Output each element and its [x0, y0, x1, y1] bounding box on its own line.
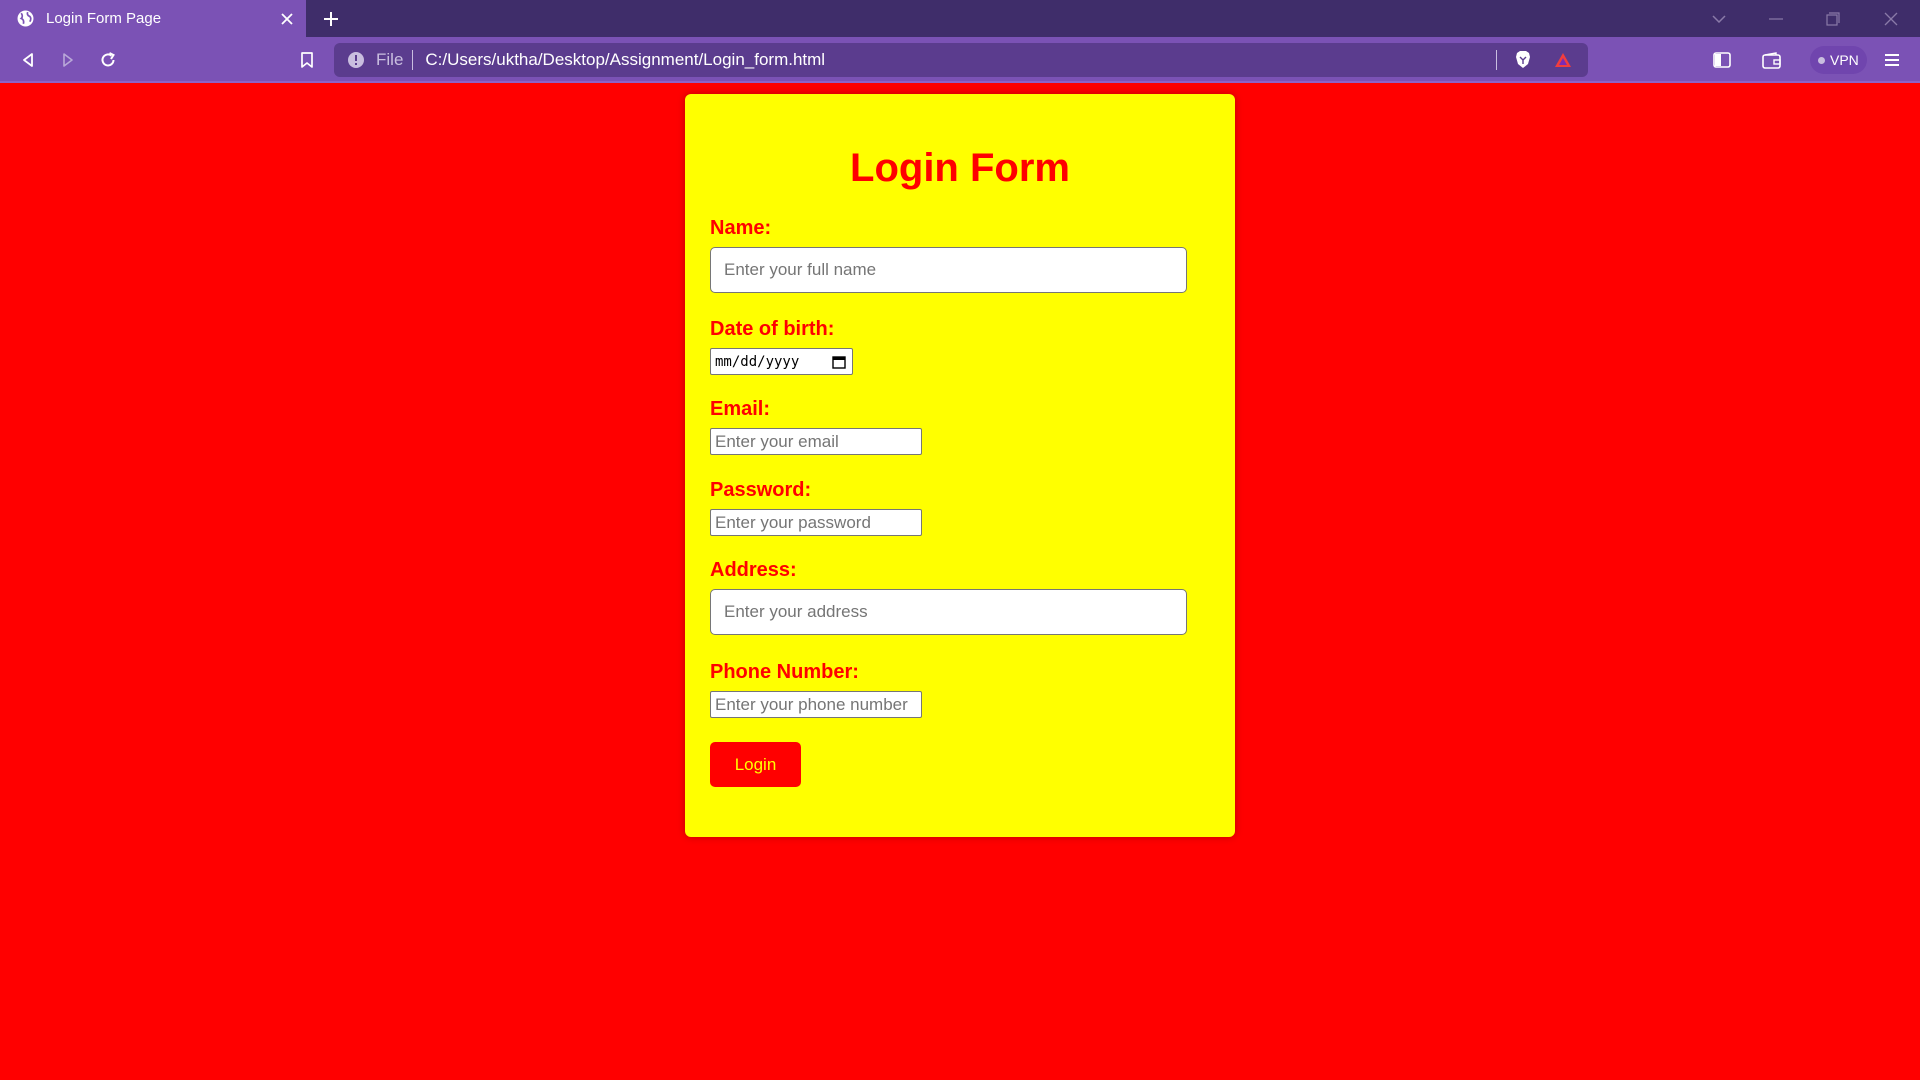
- name-label: Name:: [710, 217, 772, 239]
- reload-icon[interactable]: [94, 46, 122, 74]
- address-bar[interactable]: File C:/Users/uktha/Desktop/Assignment/L…: [334, 43, 1588, 77]
- phone-label: Phone Number:: [710, 661, 859, 683]
- phone-input[interactable]: [710, 691, 922, 718]
- password-label: Password:: [710, 479, 812, 501]
- window-close-icon[interactable]: [1871, 0, 1911, 37]
- brave-shield-icon[interactable]: [1512, 49, 1534, 71]
- vpn-label: VPN: [1830, 52, 1859, 68]
- brave-rewards-icon[interactable]: [1552, 49, 1574, 71]
- bookmark-icon[interactable]: [293, 46, 321, 74]
- login-button[interactable]: Login: [710, 742, 801, 787]
- vpn-status-dot: [1818, 56, 1825, 64]
- url-scheme-label: File: [376, 50, 404, 69]
- calendar-icon[interactable]: [832, 355, 846, 369]
- email-label: Email:: [710, 398, 771, 420]
- address-divider: [412, 50, 414, 70]
- name-input[interactable]: [710, 247, 1187, 293]
- tab-search-icon[interactable]: [1699, 0, 1739, 37]
- address-label: Address:: [710, 559, 797, 581]
- tab-strip: Login Form Page: [0, 0, 1920, 37]
- dob-placeholder: mm/dd/yyyy: [715, 353, 800, 370]
- info-icon[interactable]: [346, 50, 366, 70]
- restore-icon[interactable]: [1813, 0, 1853, 37]
- tab-title: Login Form Page: [46, 10, 162, 27]
- back-icon[interactable]: [14, 46, 42, 74]
- forward-icon[interactable]: [54, 46, 82, 74]
- dob-label: Date of birth:: [710, 318, 835, 340]
- minimize-icon[interactable]: [1756, 0, 1796, 37]
- email-input[interactable]: [710, 428, 922, 455]
- close-icon[interactable]: [276, 8, 298, 30]
- active-tab[interactable]: Login Form Page: [0, 0, 306, 37]
- wallet-icon[interactable]: [1758, 46, 1786, 74]
- browser-toolbar: File C:/Users/uktha/Desktop/Assignment/L…: [0, 37, 1920, 83]
- address-input[interactable]: [710, 589, 1187, 635]
- globe-icon: [16, 10, 34, 28]
- dob-input[interactable]: mm/dd/yyyy: [710, 348, 853, 375]
- url-text[interactable]: C:/Users/uktha/Desktop/Assignment/Login_…: [425, 50, 825, 70]
- sidebar-icon[interactable]: [1708, 46, 1736, 74]
- login-form-card: Login Form Name: Date of birth: mm/dd/yy…: [685, 94, 1235, 837]
- plus-icon[interactable]: [318, 6, 344, 32]
- vpn-button[interactable]: VPN: [1810, 46, 1867, 74]
- menu-icon[interactable]: [1878, 46, 1906, 74]
- address-divider: [1496, 50, 1497, 70]
- password-input[interactable]: [710, 509, 922, 536]
- form-heading: Login Form: [850, 146, 1070, 190]
